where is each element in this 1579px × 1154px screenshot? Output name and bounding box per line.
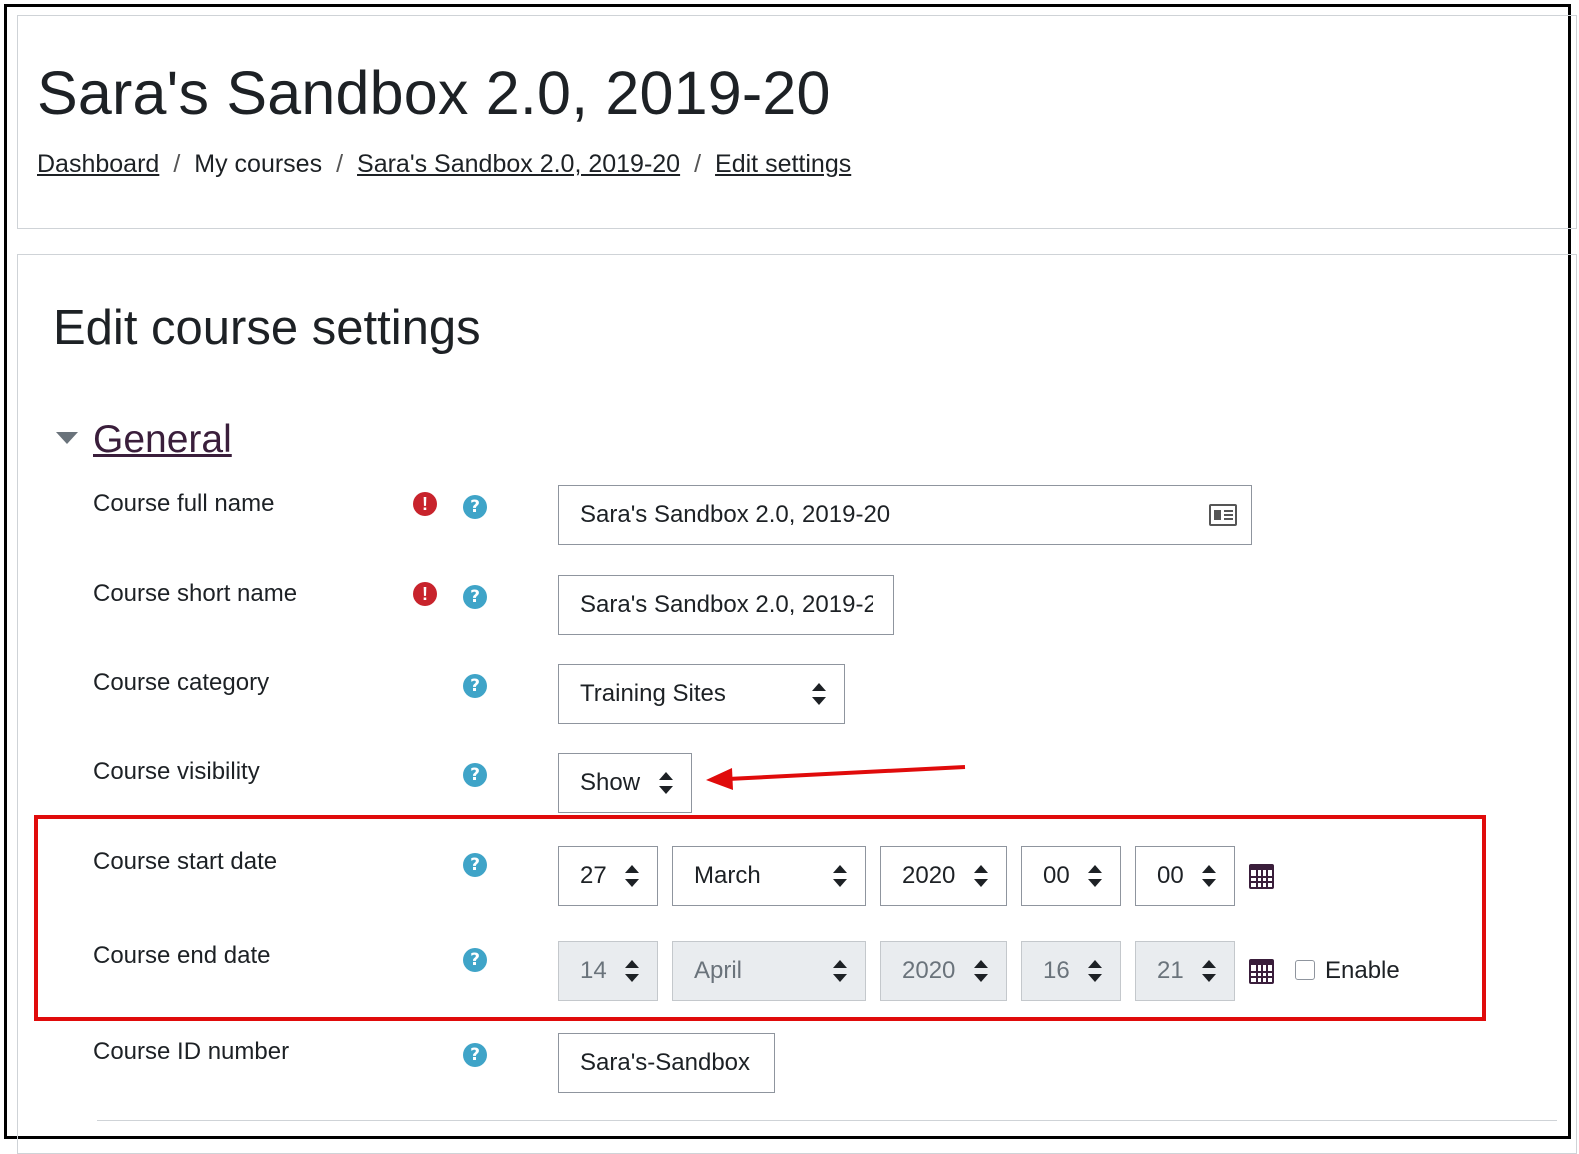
breadcrumb-edit-settings[interactable]: Edit settings	[715, 150, 851, 179]
annotation-highlight-box	[34, 815, 1486, 1021]
course-short-name-input[interactable]: Sara's Sandbox 2.0, 2019-20	[558, 575, 894, 635]
breadcrumb-separator: /	[336, 150, 344, 178]
section-divider	[97, 1120, 1557, 1121]
select-arrows-icon	[659, 772, 673, 794]
course-title: Sara's Sandbox 2.0, 2019-20	[37, 59, 831, 127]
label-course-id-number: Course ID number	[93, 1038, 290, 1065]
required-icon[interactable]: !	[413, 492, 437, 516]
help-icon[interactable]: ?	[463, 585, 487, 609]
breadcrumb-course[interactable]: Sara's Sandbox 2.0, 2019-20	[357, 150, 680, 179]
label-course-category: Course category	[93, 669, 270, 696]
course-id-number-input[interactable]: Sara's-Sandbox	[558, 1033, 775, 1093]
breadcrumb-dashboard[interactable]: Dashboard	[37, 150, 159, 179]
course-id-number-value: Sara's-Sandbox	[580, 1049, 751, 1076]
course-visibility-select[interactable]: Show	[558, 753, 692, 813]
annotation-arrow	[706, 765, 966, 790]
help-icon[interactable]: ?	[463, 1043, 487, 1067]
label-course-visibility: Course visibility	[93, 758, 260, 785]
help-icon[interactable]: ?	[463, 495, 487, 519]
course-category-select[interactable]: Training Sites	[558, 664, 845, 724]
label-course-short-name: Course short name	[93, 580, 298, 607]
breadcrumb: Dashboard / My courses / Sara's Sandbox …	[37, 150, 851, 179]
course-full-name-value: Sara's Sandbox 2.0, 2019-20	[580, 501, 891, 528]
course-full-name-input[interactable]: Sara's Sandbox 2.0, 2019-20	[558, 485, 1252, 545]
collapse-triangle-icon[interactable]	[56, 432, 78, 444]
label-course-full-name: Course full name	[93, 490, 275, 517]
course-category-value: Training Sites	[580, 680, 726, 707]
course-visibility-value: Show	[580, 769, 641, 796]
select-arrows-icon	[812, 683, 826, 705]
required-icon[interactable]: !	[413, 582, 437, 606]
page-heading: Edit course settings	[53, 301, 481, 355]
breadcrumb-my-courses: My courses	[194, 150, 323, 178]
help-icon[interactable]: ?	[463, 674, 487, 698]
contact-card-icon	[1209, 504, 1237, 526]
section-title-general[interactable]: General	[93, 418, 232, 462]
breadcrumb-separator: /	[173, 150, 181, 178]
breadcrumb-separator: /	[694, 150, 702, 178]
course-short-name-value: Sara's Sandbox 2.0, 2019-20	[580, 591, 873, 618]
help-icon[interactable]: ?	[463, 763, 487, 787]
